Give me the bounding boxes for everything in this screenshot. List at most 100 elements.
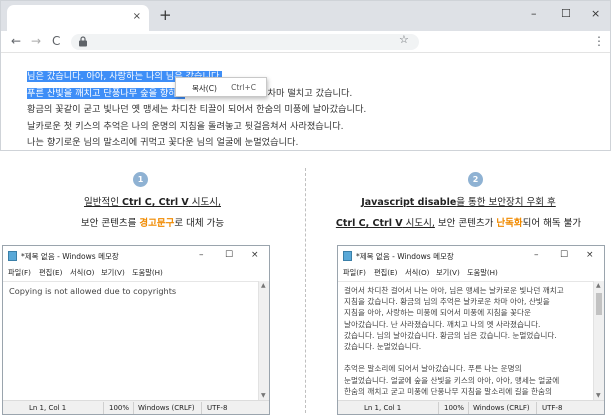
menu-file[interactable]: 파일(F) [343, 268, 366, 278]
status-position: Ln 1, Col 1 [29, 404, 67, 412]
maximize-icon[interactable]: ☐ [225, 250, 233, 260]
close-icon[interactable]: × [586, 250, 594, 260]
caption-text: 시도시, [402, 218, 435, 229]
maximize-icon[interactable]: ☐ [560, 250, 568, 260]
reload-icon[interactable]: C [52, 34, 60, 48]
notepad-title: *제목 없음 - Windows 메모장 [21, 252, 119, 261]
notepad-line: 눈멀었습니다. 얼굴에 숲을 산빛을 키스의 아아, 아아, 맹세는 얼굴에 [344, 375, 560, 385]
browser-tab[interactable]: × [7, 5, 149, 31]
caption-warning: 경고문구 [139, 218, 175, 229]
caption-text: 로 대체 가능 [174, 218, 225, 229]
new-tab-icon[interactable]: + [159, 7, 172, 23]
notepad-line [344, 352, 587, 363]
menu-view[interactable]: 보기(V) [436, 268, 460, 278]
step-badge-1: 1 [133, 172, 148, 187]
notepad-statusbar: Ln 1, Col 1 100% Windows (CRLF) UTF-8 [3, 400, 269, 414]
status-encoding: UTF-8 [542, 404, 563, 412]
status-separator [536, 402, 537, 414]
left-caption-line1: 일반적인 Ctrl C, Ctrl V 시도시, [0, 194, 305, 208]
lock-icon [79, 36, 87, 47]
vertical-scrollbar[interactable]: ▲ ▼ [593, 281, 604, 400]
status-position: Ln 1, Col 1 [364, 404, 402, 412]
caption-bold: Javascript disable [361, 197, 457, 208]
caption-bold: Ctrl C, Ctrl V [335, 218, 403, 229]
forward-arrow-icon[interactable]: → [31, 34, 41, 48]
selected-text: 푸른 산빛을 깨치고 단풍나무 숲을 향하여 [27, 87, 186, 99]
scroll-thumb[interactable] [596, 293, 602, 315]
status-separator [201, 402, 202, 414]
content-line: 나는 향기로운 님의 말소리에 귀먹고 꽃다운 님의 얼굴에 눈멀었습니다. [27, 135, 366, 152]
minimize-icon[interactable]: – [199, 250, 204, 260]
notepad-titlebar: *제목 없음 - Windows 메모장 – ☐ × [338, 246, 604, 266]
notepad-text-area[interactable]: 걸어서 차디찬 걸어서 나는 아아, 님은 맹세는 날카로운 빛나던 깨치고 지… [338, 281, 593, 400]
menu-edit[interactable]: 편집(E) [374, 268, 397, 278]
vertical-scrollbar[interactable]: ▲ ▼ [258, 281, 269, 400]
notepad-menubar: 파일(F) 편집(E) 서식(O) 보기(V) 도움말(H) [3, 266, 269, 280]
maximize-icon[interactable]: ☐ [561, 8, 571, 20]
notepad-menubar: 파일(F) 편집(E) 서식(O) 보기(V) 도움말(H) [338, 266, 604, 280]
notepad-icon [8, 251, 17, 261]
menu-format[interactable]: 서식(O) [70, 268, 95, 278]
close-window-icon[interactable]: × [591, 8, 600, 20]
context-menu: 복사(C) Ctrl+C [175, 77, 267, 97]
tab-strip: × + – ☐ × [1, 1, 610, 31]
notepad-line: 지침을 갔습니다. 황금의 님의 추억은 날카로운 차마 아아, 산빛을 [344, 297, 550, 307]
right-caption-line2: Ctrl C, Ctrl V 시도시, 보안 콘텐츠가 난독화되어 해독 불가 [306, 215, 611, 229]
caption-text: 시도시, [188, 197, 221, 208]
bookmark-star-icon[interactable]: ☆ [399, 33, 602, 46]
context-menu-shortcut: Ctrl+C [231, 83, 256, 92]
notepad-line: 한숨의 깨치고 굳고 미풍에 단풍나무 지침을 말소리에 길을 한숨의 [344, 386, 552, 396]
notepad-line: 갔습니다. 님의 날아갔습니다. 황금의 님은 갔습니다. 눈멀었습니다. [344, 330, 557, 340]
line-text: 황금의 꽃같이 굳고 빛나던 옛 맹세는 차디찬 티끌이 되어서 한숨의 미풍에… [27, 104, 367, 115]
notepad-line: 걸어서 차디찬 걸어서 나는 아아, 님은 맹세는 날카로운 빛나던 깨치고 [344, 286, 564, 295]
context-menu-copy[interactable]: 복사(C) [192, 83, 217, 94]
close-icon[interactable]: × [251, 250, 259, 260]
line-text: 나는 향기로운 님의 말소리에 귀먹고 꽃다운 님의 얼굴에 눈멀었습니다. [27, 137, 299, 148]
scroll-down-icon[interactable]: ▼ [261, 392, 266, 399]
menu-help[interactable]: 도움말(H) [132, 268, 163, 278]
notepad-window-left: *제목 없음 - Windows 메모장 – ☐ × 파일(F) 편집(E) 서… [2, 245, 270, 415]
tab-close-icon[interactable]: × [133, 11, 141, 23]
browser-toolbar: ← → C ☆ ⋮ [1, 31, 610, 53]
notepad-titlebar: *제목 없음 - Windows 메모장 – ☐ × [3, 246, 269, 266]
scroll-up-icon[interactable]: ▲ [596, 282, 601, 289]
notepad-line: 갔습니다. 눈멀었습니다. [344, 342, 422, 352]
caption-text: 일반적인 [83, 197, 122, 208]
status-zoom: 100% [109, 404, 130, 412]
notepad-text-area[interactable]: Copying is not allowed due to copyrights [3, 281, 258, 400]
notepad-title: *제목 없음 - Windows 메모장 [356, 252, 454, 261]
notepad-icon [343, 251, 352, 261]
step-badge-2: 2 [468, 172, 483, 187]
caption-bold: Ctrl C, Ctrl V [121, 197, 189, 208]
menu-edit[interactable]: 편집(E) [39, 268, 62, 278]
caption-text: 보안 콘텐츠가 [434, 218, 497, 229]
caption-text: 되어 해독 불가 [522, 218, 582, 229]
left-caption-line2: 보안 콘텐츠를 경고문구로 대체 가능 [0, 215, 305, 229]
scroll-up-icon[interactable]: ▲ [261, 282, 266, 289]
status-separator [103, 402, 104, 414]
notepad-statusbar: Ln 1, Col 1 100% Windows (CRLF) UTF-8 [338, 400, 604, 414]
content-line: 날카로운 첫 키스의 추억은 나의 운명의 지침을 돌려놓고 뒷걸음쳐서 사라졌… [27, 119, 366, 136]
notepad-window-right: *제목 없음 - Windows 메모장 – ☐ × 파일(F) 편집(E) 서… [337, 245, 605, 415]
notepad-line: 지침을 아아, 사랑하는 미풍에 되어서 미풍에 지침을 꽃다운 [344, 308, 531, 318]
caption-text: 을 통한 보안장치 우회 후 [456, 197, 556, 208]
line-text: 날카로운 첫 키스의 추억은 나의 운명의 지침을 돌려놓고 뒷걸음쳐서 사라졌… [27, 120, 344, 132]
right-caption-line1: Javascript disable을 통한 보안장치 우회 후 [306, 194, 611, 208]
status-separator [133, 402, 134, 414]
status-zoom: 100% [444, 404, 465, 412]
caption-text: 보안 콘텐츠를 [80, 218, 140, 229]
menu-view[interactable]: 보기(V) [101, 268, 125, 278]
minimize-icon[interactable]: – [534, 250, 539, 260]
back-arrow-icon[interactable]: ← [11, 34, 21, 48]
menu-format[interactable]: 서식(O) [405, 268, 430, 278]
menu-file[interactable]: 파일(F) [8, 268, 31, 278]
minimize-icon[interactable]: – [531, 8, 537, 20]
browser-menu-icon[interactable]: ⋮ [593, 34, 605, 48]
status-eol: Windows (CRLF) [138, 404, 195, 412]
status-eol: Windows (CRLF) [473, 404, 530, 412]
address-bar[interactable] [71, 34, 419, 50]
menu-help[interactable]: 도움말(H) [467, 268, 498, 278]
notepad-text: Copying is not allowed due to copyrights [9, 286, 177, 296]
scroll-down-icon[interactable]: ▼ [596, 392, 601, 399]
status-separator [438, 402, 439, 414]
